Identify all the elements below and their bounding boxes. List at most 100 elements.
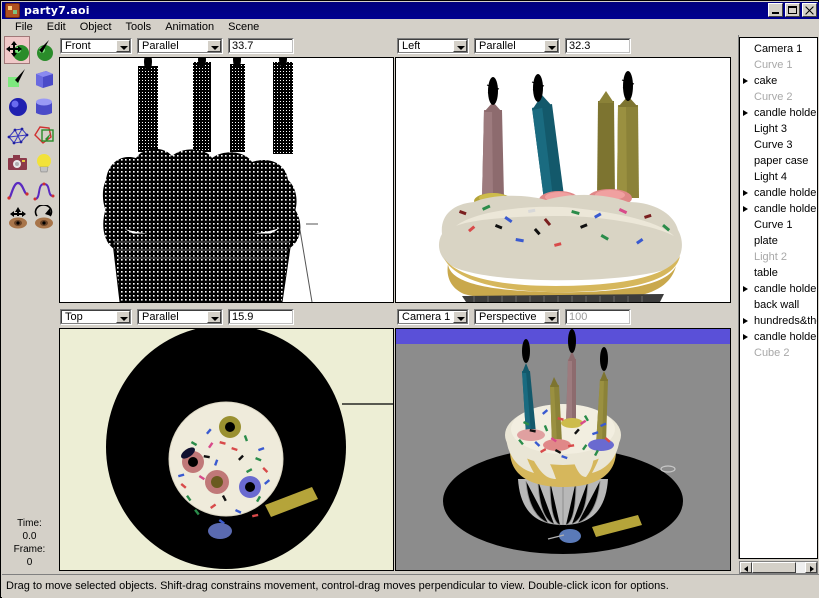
tree-item[interactable]: candle holder [740, 105, 817, 121]
tree-item[interactable]: plate [740, 233, 817, 249]
viewport-front-canvas[interactable] [59, 57, 394, 303]
scrollbar-thumb[interactable] [752, 562, 796, 573]
tree-item[interactable]: candle holder [740, 185, 817, 201]
menu-bar: File Edit Object Tools Animation Scene [2, 19, 819, 35]
rotate-view-tool[interactable] [30, 204, 56, 232]
scrollbar-track[interactable] [752, 562, 805, 573]
create-cylinder-tool[interactable] [30, 92, 56, 120]
create-mesh-tool[interactable] [4, 120, 30, 148]
application-window: party7.aoi File Edit Object Tools Animat… [0, 0, 819, 598]
title-bar: party7.aoi [2, 2, 819, 19]
viewport-left-scale-input[interactable]: 32.3 [565, 38, 631, 54]
viewport-front-scale-input[interactable]: 33.7 [228, 38, 294, 54]
tree-item-label: candle holder [754, 107, 818, 119]
tree-item[interactable]: paper case [740, 153, 817, 169]
tree-item-label: Curve 1 [754, 59, 793, 71]
tree-item-label: cake [754, 75, 778, 87]
menu-scene[interactable]: Scene [221, 20, 266, 34]
viewport-camera-toolbar: Camera 1 Perspective 100 [394, 306, 735, 328]
expand-triangle-icon[interactable] [743, 110, 748, 116]
create-light-tool[interactable] [30, 148, 56, 176]
viewport-left-view-label: Left [402, 40, 421, 52]
viewport-grid: Front Parallel 33.7 Left Parallel 32.3 T… [57, 35, 732, 574]
minimize-button[interactable] [768, 3, 783, 17]
expand-triangle-icon[interactable] [743, 78, 748, 84]
tree-item[interactable]: Curve 1 [740, 57, 817, 73]
create-spline-tool[interactable] [30, 176, 56, 204]
menu-edit[interactable]: Edit [40, 20, 73, 34]
viewport-top: Top Parallel 15.9 [57, 306, 394, 574]
viewport-camera-projection-select[interactable]: Perspective [474, 309, 560, 325]
tree-item-label: hundreds&thou [754, 315, 817, 327]
viewport-camera-projection-label: Perspective [479, 311, 537, 323]
tree-item[interactable]: Light 3 [740, 121, 817, 137]
viewport-front-projection-select[interactable]: Parallel [137, 38, 223, 54]
rotate-object-tool[interactable] [30, 36, 56, 64]
object-tree-list[interactable]: Camera 1 Curve 1 cake Curve 2 candle hol… [739, 37, 818, 559]
viewport-top-scale-input[interactable]: 15.9 [228, 309, 294, 325]
tree-item[interactable]: cake [740, 73, 817, 89]
scroll-left-button[interactable] [740, 562, 752, 573]
expand-triangle-icon[interactable] [743, 286, 748, 292]
create-cube-tool[interactable] [30, 64, 56, 92]
create-camera-tool[interactable] [4, 148, 30, 176]
create-curve-tool[interactable] [4, 176, 30, 204]
viewport-camera-canvas[interactable] [395, 328, 731, 571]
expand-triangle-icon[interactable] [743, 318, 748, 324]
create-plane-tool[interactable] [4, 64, 30, 92]
viewport-left-canvas[interactable] [395, 57, 731, 303]
viewport-top-view-select[interactable]: Top [60, 309, 132, 325]
tree-item[interactable]: Light 4 [740, 169, 817, 185]
scroll-right-button[interactable] [805, 562, 817, 573]
viewport-front: Front Parallel 33.7 [57, 35, 394, 306]
time-label: Time: [17, 518, 42, 529]
tree-item[interactable]: hundreds&thou [740, 313, 817, 329]
maximize-button[interactable] [785, 3, 800, 17]
menu-animation[interactable]: Animation [158, 20, 221, 34]
tree-gutter [732, 35, 739, 559]
viewport-left-projection-select[interactable]: Parallel [474, 38, 560, 54]
tree-item[interactable]: Curve 3 [740, 137, 817, 153]
tree-item[interactable]: candle holder [740, 201, 817, 217]
tree-item[interactable]: candle holder [740, 281, 817, 297]
tree-item-label: Light 2 [754, 251, 788, 263]
create-sphere-tool[interactable] [4, 92, 30, 120]
move-object-tool[interactable] [4, 36, 30, 64]
viewport-top-canvas[interactable] [59, 328, 394, 571]
viewport-front-view-select[interactable]: Front [60, 38, 132, 54]
object-tree-panel: Camera 1 Curve 1 cake Curve 2 candle hol… [732, 35, 819, 574]
viewport-left-view-select[interactable]: Left [397, 38, 469, 54]
menu-tools[interactable]: Tools [119, 20, 159, 34]
tree-item-label: table [754, 267, 778, 279]
window-title: party7.aoi [24, 4, 90, 17]
tree-item[interactable]: Curve 1 [740, 217, 817, 233]
tree-item-label: Light 4 [754, 171, 788, 183]
expand-triangle-icon[interactable] [743, 190, 748, 196]
tree-item-label: Curve 2 [754, 91, 793, 103]
viewport-top-projection-select[interactable]: Parallel [137, 309, 223, 325]
app-icon [5, 3, 20, 18]
tree-item-label: Curve 3 [754, 139, 793, 151]
create-polygon-tool[interactable] [30, 120, 56, 148]
tree-item[interactable]: candle holder [740, 329, 817, 345]
frame-value: 0 [26, 557, 33, 568]
viewport-left: Left Parallel 32.3 [394, 35, 732, 306]
menu-file[interactable]: File [8, 20, 40, 34]
close-button[interactable] [802, 3, 817, 17]
pan-view-tool[interactable] [4, 204, 30, 232]
tree-item-label: Curve 1 [754, 219, 793, 231]
expand-triangle-icon[interactable] [743, 206, 748, 212]
tree-item[interactable]: Light 2 [740, 249, 817, 265]
tree-item[interactable]: Camera 1 [740, 41, 817, 57]
expand-triangle-icon[interactable] [743, 334, 748, 340]
menu-object[interactable]: Object [73, 20, 119, 34]
tree-item[interactable]: back wall [740, 297, 817, 313]
tree-horizontal-scrollbar[interactable] [739, 561, 818, 574]
viewport-camera-view-select[interactable]: Camera 1 [397, 309, 469, 325]
tree-item[interactable]: Cube 2 [740, 345, 817, 361]
tree-item-label: Camera 1 [754, 43, 803, 55]
tree-item-label: plate [754, 235, 778, 247]
viewport-camera-scale-input[interactable]: 100 [565, 309, 631, 325]
tree-item[interactable]: table [740, 265, 817, 281]
tree-item[interactable]: Curve 2 [740, 89, 817, 105]
